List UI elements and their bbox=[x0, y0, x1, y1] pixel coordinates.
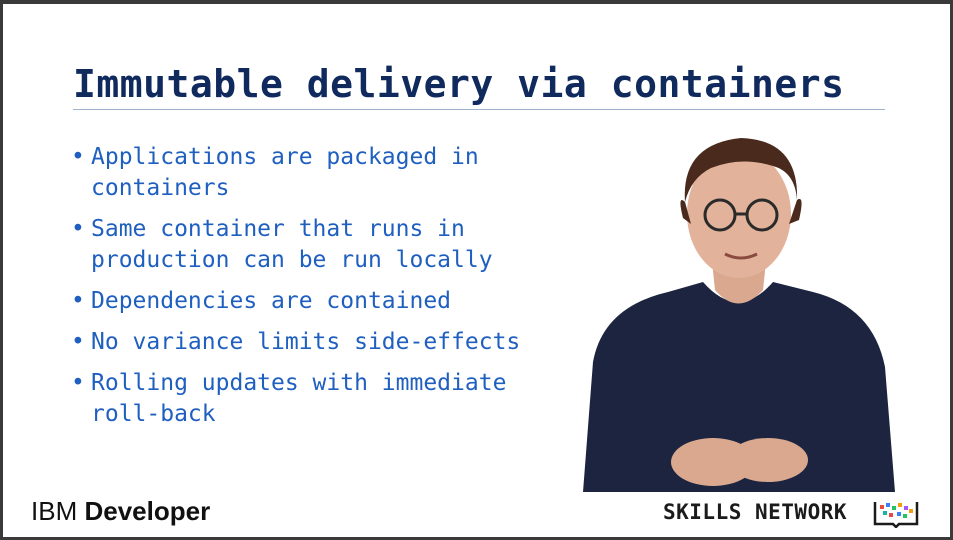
bullet-item: • Dependencies are contained bbox=[71, 286, 581, 317]
bullet-text: Same container that runs in production c… bbox=[91, 216, 493, 273]
bullet-text: Dependencies are contained bbox=[91, 288, 452, 314]
ibm-logo-text: IBM bbox=[31, 496, 78, 526]
presenter-video bbox=[583, 138, 895, 492]
slide-title: Immutable delivery via containers bbox=[73, 62, 845, 106]
slide-frame: Immutable delivery via containers • Appli… bbox=[3, 4, 950, 537]
bullet-item: • Applications are packaged in containers bbox=[71, 142, 581, 204]
bullet-text: Rolling updates with immediate roll-back bbox=[91, 370, 507, 427]
bullet-text: Applications are packaged in containers bbox=[91, 144, 479, 201]
bullet-text: No variance limits side-effects bbox=[91, 329, 521, 355]
bullet-dot: • bbox=[71, 216, 85, 242]
bullet-dot: • bbox=[71, 370, 85, 396]
bullet-list: • Applications are packaged in containers… bbox=[71, 142, 581, 440]
developer-logo-text: Developer bbox=[84, 496, 211, 526]
bullet-dot: • bbox=[71, 329, 85, 355]
ibm-developer-logo: IBM Developer bbox=[31, 496, 210, 527]
bullet-dot: • bbox=[71, 288, 85, 314]
bullet-item: • No variance limits side-effects bbox=[71, 327, 581, 358]
bullet-item: • Same container that runs in production … bbox=[71, 214, 581, 276]
bullet-item: • Rolling updates with immediate roll-bac… bbox=[71, 368, 581, 430]
title-divider bbox=[73, 109, 885, 110]
skills-network-book-icon bbox=[873, 502, 919, 528]
skills-network-label: SKILLS NETWORK bbox=[663, 500, 848, 524]
bullet-dot: • bbox=[71, 144, 85, 170]
